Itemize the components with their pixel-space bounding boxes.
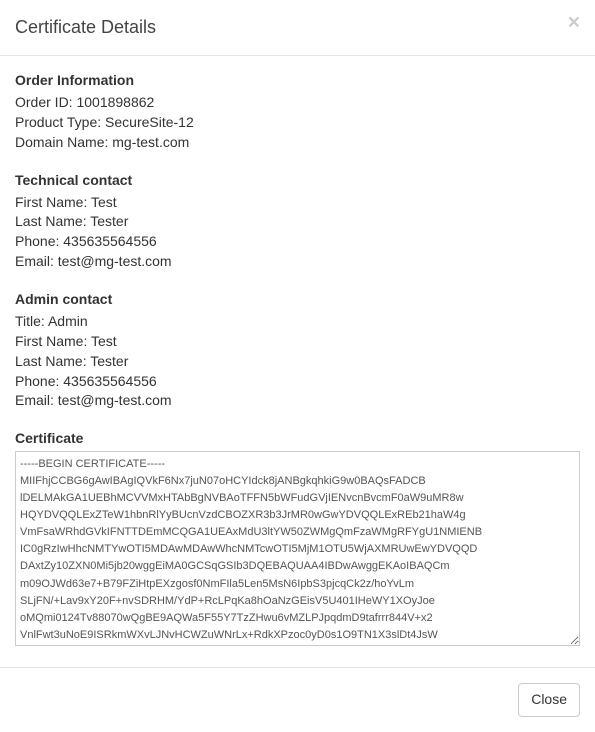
admin-phone-label: Phone: xyxy=(15,373,59,389)
tech-first-name-value: Test xyxy=(91,194,117,210)
order-id-row: Order ID: 1001898862 xyxy=(15,93,580,113)
tech-email-value: test@mg-test.com xyxy=(58,253,172,269)
admin-first-name-value: Test xyxy=(91,333,117,349)
product-type-label: Product Type: xyxy=(15,114,101,130)
admin-phone-row: Phone: 435635564556 xyxy=(15,372,580,392)
close-icon[interactable]: × xyxy=(568,12,580,33)
domain-name-value: mg-test.com xyxy=(112,134,189,150)
order-information-heading: Order Information xyxy=(15,71,580,91)
modal-body: Order Information Order ID: 1001898862 P… xyxy=(0,56,595,667)
product-type-row: Product Type: SecureSite-12 xyxy=(15,113,580,133)
tech-email-label: Email: xyxy=(15,253,54,269)
admin-first-name-row: First Name: Test xyxy=(15,332,580,352)
tech-first-name-row: First Name: Test xyxy=(15,193,580,213)
admin-title-label: Title: xyxy=(15,313,45,329)
admin-first-name-label: First Name: xyxy=(15,333,87,349)
order-information-section: Order Information Order ID: 1001898862 P… xyxy=(15,71,580,153)
close-button[interactable]: Close xyxy=(518,683,580,717)
modal-title: Certificate Details xyxy=(15,15,580,40)
order-id-value: 1001898862 xyxy=(76,94,154,110)
domain-name-row: Domain Name: mg-test.com xyxy=(15,133,580,153)
product-type-value: SecureSite-12 xyxy=(105,114,194,130)
tech-last-name-row: Last Name: Tester xyxy=(15,212,580,232)
certificate-details-modal: Certificate Details × Order Information … xyxy=(0,0,595,732)
admin-contact-heading: Admin contact xyxy=(15,290,580,310)
admin-contact-section: Admin contact Title: Admin First Name: T… xyxy=(15,290,580,411)
tech-phone-row: Phone: 435635564556 xyxy=(15,232,580,252)
admin-email-label: Email: xyxy=(15,392,54,408)
admin-title-value: Admin xyxy=(48,313,88,329)
tech-last-name-label: Last Name: xyxy=(15,213,87,229)
admin-last-name-label: Last Name: xyxy=(15,353,87,369)
certificate-section: Certificate xyxy=(15,429,580,652)
tech-last-name-value: Tester xyxy=(90,213,128,229)
admin-last-name-row: Last Name: Tester xyxy=(15,352,580,372)
modal-footer: Close xyxy=(0,667,595,732)
tech-email-row: Email: test@mg-test.com xyxy=(15,252,580,272)
technical-contact-section: Technical contact First Name: Test Last … xyxy=(15,171,580,272)
domain-name-label: Domain Name: xyxy=(15,134,108,150)
admin-email-value: test@mg-test.com xyxy=(58,392,172,408)
admin-phone-value: 435635564556 xyxy=(63,373,156,389)
tech-phone-label: Phone: xyxy=(15,233,59,249)
admin-title-row: Title: Admin xyxy=(15,312,580,332)
technical-contact-heading: Technical contact xyxy=(15,171,580,191)
admin-email-row: Email: test@mg-test.com xyxy=(15,391,580,411)
tech-phone-value: 435635564556 xyxy=(63,233,156,249)
order-id-label: Order ID: xyxy=(15,94,73,110)
certificate-textarea[interactable] xyxy=(15,451,580,646)
certificate-heading: Certificate xyxy=(15,429,580,449)
tech-first-name-label: First Name: xyxy=(15,194,87,210)
admin-last-name-value: Tester xyxy=(90,353,128,369)
modal-header: Certificate Details × xyxy=(0,0,595,56)
